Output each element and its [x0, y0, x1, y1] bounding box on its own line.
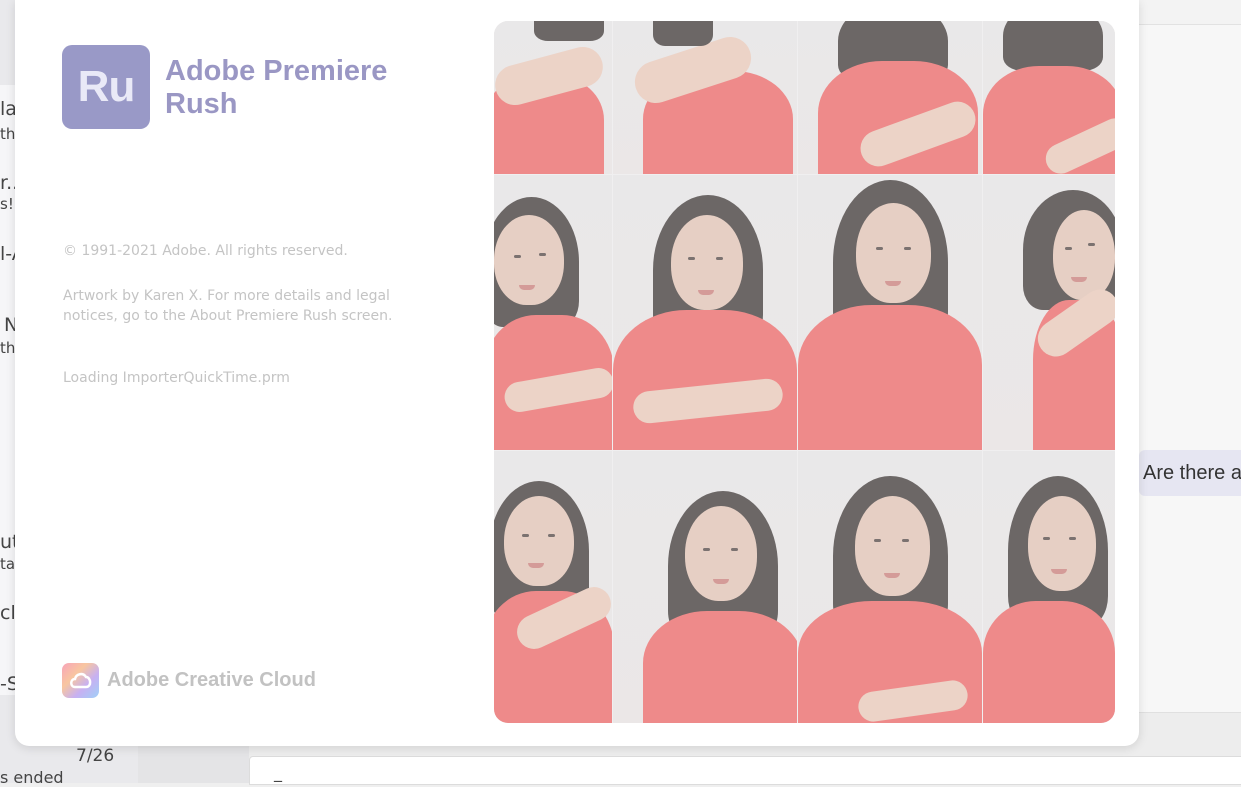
- background-chat-snippet: th: [0, 125, 16, 143]
- creative-cloud-label: Adobe Creative Cloud: [107, 669, 316, 691]
- background-chat-snippet: cl: [0, 602, 16, 624]
- artwork-photo: [983, 21, 1115, 174]
- artwork-photo: [798, 175, 982, 450]
- artwork-photo: [613, 175, 797, 450]
- artwork-photo: [613, 21, 797, 174]
- background-chat-snippet: s ended: [0, 768, 64, 787]
- loading-status: Loading ImporterQuickTime.prm: [63, 370, 290, 386]
- background-date: 7/26: [76, 746, 115, 766]
- logo-text: Ru: [77, 62, 136, 111]
- artwork-photo: [798, 21, 982, 174]
- background-message-bubble: Are there a: [1139, 450, 1241, 496]
- splash-artwork: [494, 21, 1115, 723]
- artwork-photo: [798, 451, 982, 723]
- background-chat-snippet: th: [0, 339, 16, 357]
- background-chat-snippet: s!: [0, 195, 14, 213]
- background-compose-input[interactable]: _: [249, 756, 1241, 785]
- background-conversation: [1139, 25, 1241, 715]
- background-header: [1139, 0, 1241, 25]
- creative-cloud-icon: [62, 663, 99, 698]
- background-compose-text: _: [274, 763, 282, 782]
- artwork-photo: [494, 21, 612, 174]
- premiere-rush-logo: Ru: [62, 45, 150, 129]
- artwork-credit: Artwork by Karen X. For more details and…: [63, 288, 393, 324]
- artwork-photo: [494, 175, 612, 450]
- app-name: Adobe Premiere Rush: [165, 55, 388, 120]
- artwork-photo: [613, 451, 797, 723]
- background-message-text: Are there a: [1143, 462, 1241, 484]
- artwork-photo: [494, 451, 612, 723]
- splash-screen: Ru Adobe Premiere Rush © 1991-2021 Adobe…: [15, 0, 1139, 746]
- artwork-photo: [983, 451, 1115, 723]
- artwork-photo: [983, 175, 1115, 450]
- copyright-notice: © 1991-2021 Adobe. All rights reserved.: [63, 243, 348, 259]
